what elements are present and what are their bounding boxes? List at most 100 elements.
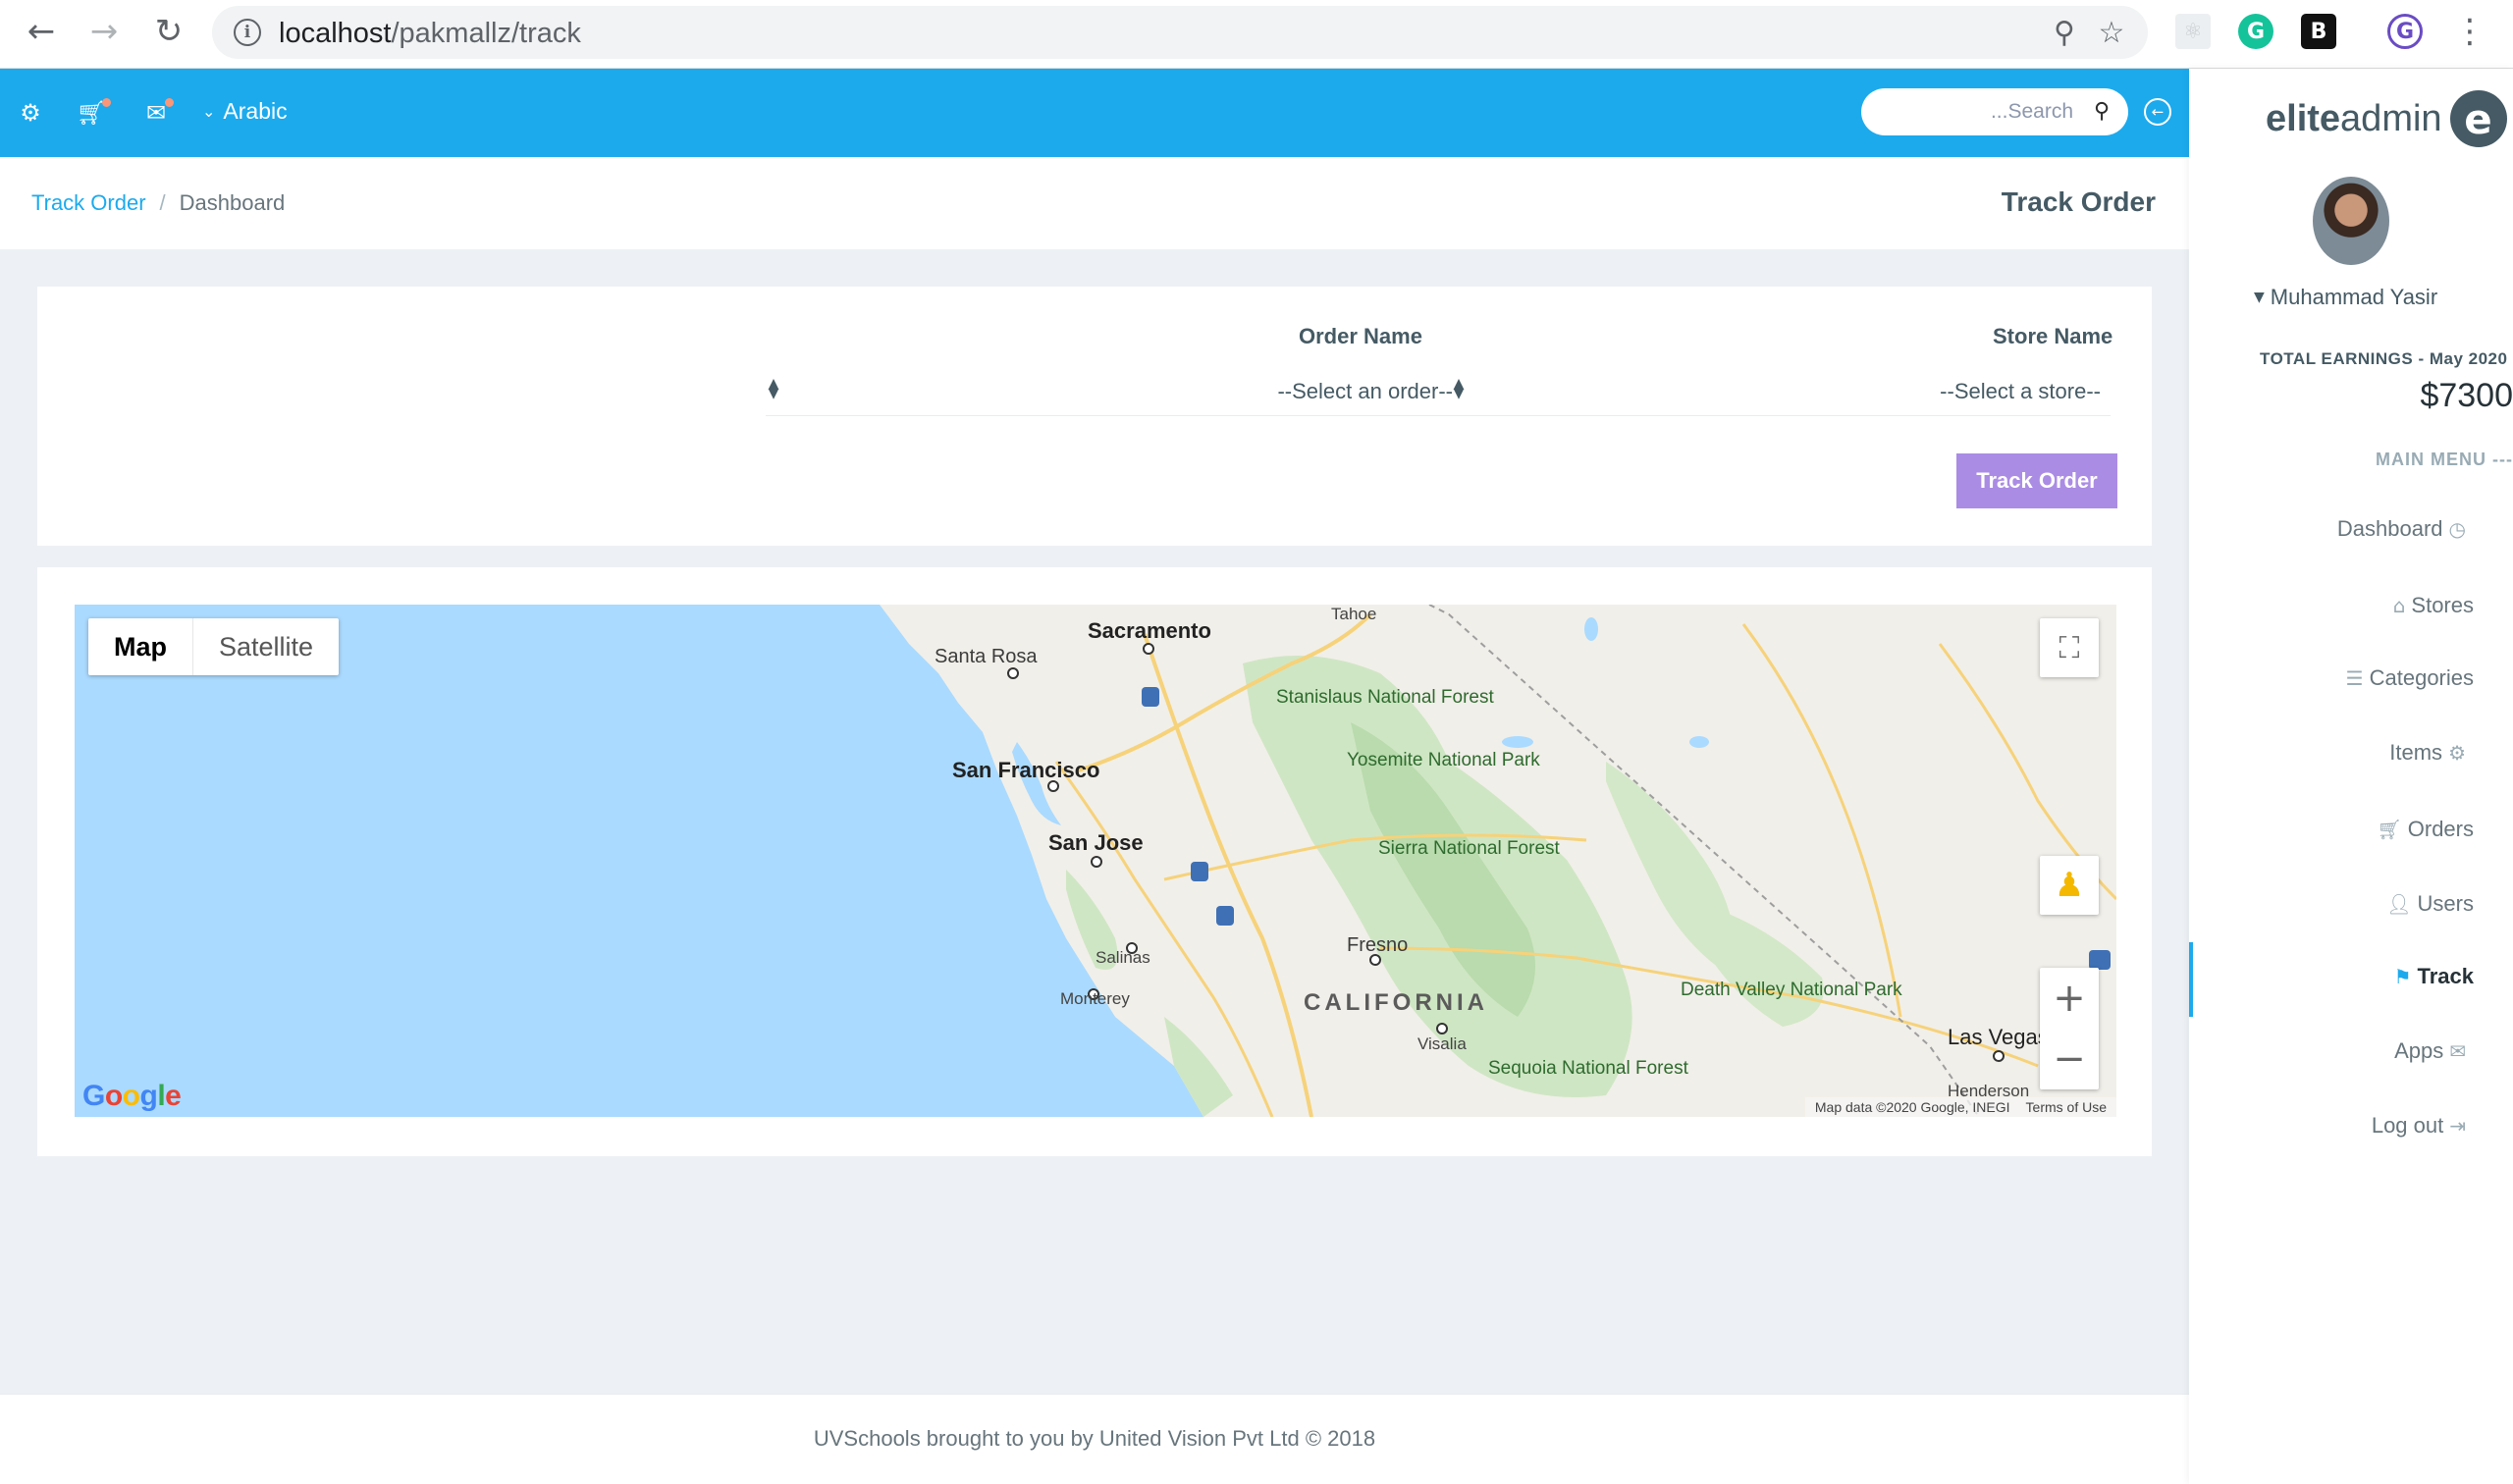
reload-icon[interactable]: ↻ (149, 12, 188, 51)
map-label: Sequoia National Forest (1488, 1058, 1688, 1079)
list-icon: ☰ (2345, 666, 2364, 690)
fullscreen-icon[interactable]: ⛶ (2040, 618, 2099, 677)
sidebar-item-track[interactable]: ⚑ Track (2394, 964, 2474, 989)
map-label: Sierra National Forest (1378, 838, 1560, 859)
map-type-map-button[interactable]: Map (88, 618, 193, 675)
url-text[interactable]: localhost/pakmallz/track (279, 18, 581, 50)
sidebar-item-label: Log out (2371, 1113, 2444, 1138)
map-type-control: Map Satellite (88, 618, 340, 675)
forward-icon[interactable]: → (84, 12, 124, 51)
sidebar-item-apps[interactable]: Apps ✉ (2394, 1038, 2466, 1064)
extension-b-icon[interactable]: B (2301, 14, 2336, 49)
map-terrain (880, 605, 2116, 1117)
brand-logo[interactable]: eliteadmin e (2266, 90, 2507, 147)
map-type-satellite-button[interactable]: Satellite (193, 618, 339, 675)
sidebar-item-label: Stores (2411, 593, 2474, 617)
envelope-icon: ✉ (2449, 1039, 2466, 1063)
avatar[interactable] (2313, 177, 2389, 265)
map-data-credit: Map data ©2020 Google, INEGI (1814, 1099, 2010, 1115)
sidebar-item-label: Orders (2407, 817, 2474, 841)
browser-menu-icon[interactable]: ⋮ (2450, 12, 2489, 51)
map-label: Yosemite National Park (1347, 750, 1540, 770)
sidebar-item-label: Apps (2394, 1038, 2444, 1063)
zoom-icon[interactable]: ⚲ (2048, 16, 2081, 50)
sidebar-item-label: Track (2417, 964, 2475, 988)
url-path: /pakmallz/track (391, 18, 581, 49)
select-arrows-icon: ▲ ▼ (768, 376, 779, 401)
sidebar-item-label: Items (2389, 740, 2443, 765)
map-label: Stanislaus National Forest (1276, 687, 1494, 708)
street-view-pegman-icon[interactable]: ♟ (2040, 856, 2099, 915)
store-name-label: Store Name (1993, 324, 2113, 348)
speedometer-icon: ◷ (2448, 517, 2466, 541)
order-select[interactable]: ▲ ▼ --Select an order-- (766, 367, 1463, 416)
extension-icon[interactable]: ⚛ (2175, 14, 2211, 49)
site-info-icon[interactable]: i (234, 19, 261, 46)
page-header: Track Order / Dashboard Track Order (0, 157, 2189, 249)
home-icon: ⌂ (2392, 594, 2406, 617)
sidebar-item-label: Dashboard (2336, 516, 2443, 541)
map-label: Visalia (1417, 1034, 1467, 1053)
sidebar-item-dashboard[interactable]: Dashboard ◷ (2337, 516, 2466, 542)
cart-icon: 🛒︎ (2377, 818, 2402, 841)
map-attribution: Map data ©2020 Google, INEGI Terms of Us… (1804, 1097, 2116, 1117)
right-sidebar: eliteadmin e ▼ Muhammad Yasir TOTAL EARN… (2189, 69, 2513, 1484)
search-box: ⚲ (1861, 88, 2128, 135)
caret-down-icon: ▼ (2254, 290, 2265, 305)
map-label: San Francisco (952, 758, 1100, 782)
grammarly-icon[interactable]: G (2238, 14, 2273, 49)
zoom-in-icon[interactable]: + (2053, 968, 2086, 1029)
map-label: Fresno (1347, 934, 1409, 956)
footer-text: UVSchools brought to you by United Visio… (813, 1426, 1376, 1451)
track-form-card: Order Name ▲ ▼ --Select an order-- Store … (37, 287, 2152, 546)
google-logo[interactable]: Google (82, 1080, 182, 1113)
map-label: Santa Rosa (935, 646, 1038, 667)
order-select-value: --Select an order-- (1277, 379, 1453, 403)
store-select[interactable]: ▲ ▼ --Select a store-- (1451, 367, 2111, 416)
order-name-label: Order Name (1299, 324, 1422, 348)
brand-wordmark: eliteadmin (2266, 98, 2442, 140)
page-title: Track Order (2001, 186, 2156, 217)
sidebar-item-users[interactable]: 👤︎ Users (2386, 891, 2474, 917)
menu-heading: MAIN MENU --- (2376, 450, 2513, 469)
search-icon[interactable]: ⚲ (2089, 98, 2114, 124)
toggle-sidebar-icon[interactable]: ← (2144, 98, 2171, 126)
bookmark-star-icon[interactable]: ☆ (2095, 16, 2128, 50)
settings-icon[interactable]: ⚙ (14, 96, 47, 130)
google-map[interactable]: Sacramento Santa Rosa Tahoe Stanislaus N… (75, 605, 2116, 1117)
back-icon[interactable]: ← (22, 12, 61, 51)
signpost-icon: ⚑ (2393, 965, 2412, 988)
browser-toolbar: ← → ↻ i localhost/pakmallz/track ⚲ ☆ ⚛ G… (0, 0, 2513, 69)
breadcrumb: Track Order / Dashboard (31, 190, 285, 216)
sidebar-item-orders[interactable]: 🛒︎ Orders (2377, 817, 2474, 842)
breadcrumb-separator: / (159, 190, 166, 215)
gear-icon: ⚙ (2448, 741, 2466, 765)
search-input[interactable] (1877, 88, 2073, 135)
address-bar[interactable]: i localhost/pakmallz/track ⚲ ☆ (212, 6, 2148, 59)
sidebar-item-items[interactable]: Items ⚙ (2389, 740, 2466, 766)
user-icon: 👤︎ (2386, 892, 2412, 916)
app-topbar: ⚙ 🛒︎ ✉ ⌄ Arabic ⚲ ← (0, 69, 2189, 157)
select-arrows-icon: ▲ ▼ (1453, 376, 1465, 401)
sidebar-item-label: Users (2417, 891, 2474, 916)
language-dropdown[interactable]: ⌄ Arabic (202, 98, 288, 125)
language-label: Arabic (223, 98, 288, 124)
terms-of-use-link[interactable]: Terms of Use (2026, 1099, 2107, 1115)
track-order-button[interactable]: Track Order (1956, 453, 2117, 508)
zoom-out-icon[interactable]: − (2053, 1029, 2086, 1089)
sidebar-item-logout[interactable]: Log out ⇥ (2372, 1113, 2466, 1139)
earnings-label: TOTAL EARNINGS - May 2020 (2260, 349, 2508, 368)
map-label: Salinas (1096, 948, 1150, 967)
url-host: localhost (279, 18, 392, 49)
breadcrumb-track-order[interactable]: Track Order (31, 190, 146, 216)
brand-bold: elite (2266, 97, 2341, 139)
map-label: Las Vegas (1948, 1025, 2049, 1049)
sidebar-item-stores[interactable]: ⌂ Stores (2393, 593, 2474, 618)
sidebar-item-categories[interactable]: ☰ Categories (2346, 665, 2474, 691)
logout-icon: ⇥ (2449, 1114, 2466, 1138)
profile-icon[interactable]: G (2387, 14, 2423, 49)
user-menu-toggle[interactable]: ▼ Muhammad Yasir (2254, 285, 2437, 310)
map-label: Tahoe (1331, 605, 1377, 623)
map-label: Death Valley National Park (1681, 980, 1902, 1000)
brand-e-icon: e (2449, 90, 2507, 147)
